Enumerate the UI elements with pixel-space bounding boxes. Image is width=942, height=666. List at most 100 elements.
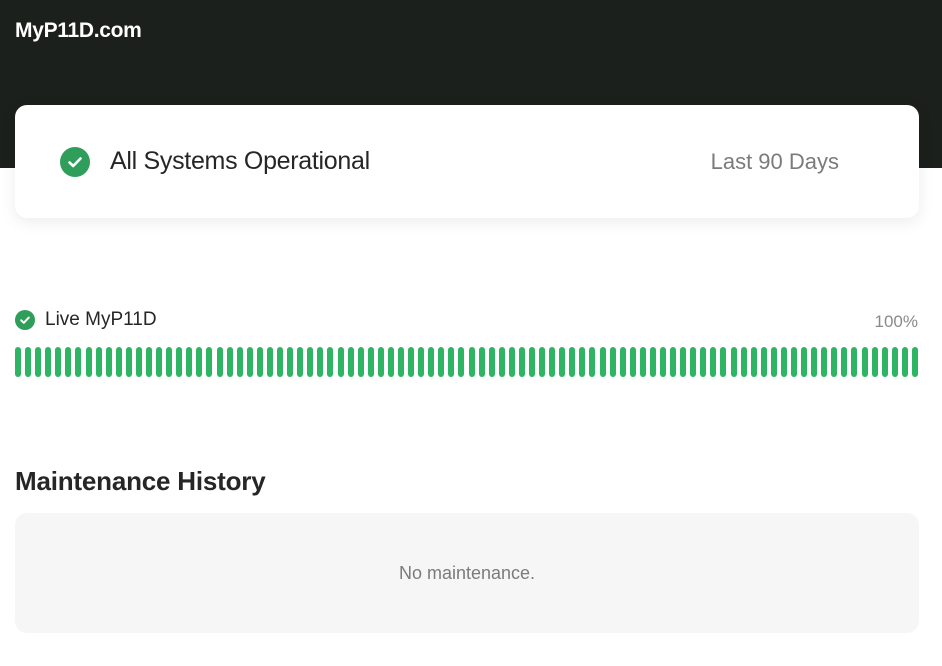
uptime-day-bar[interactable]	[851, 347, 858, 377]
uptime-day-bar[interactable]	[387, 347, 394, 377]
uptime-day-bar[interactable]	[307, 347, 314, 377]
uptime-day-bar[interactable]	[408, 347, 415, 377]
uptime-day-bar[interactable]	[287, 347, 294, 377]
uptime-day-bar[interactable]	[438, 347, 445, 377]
uptime-day-bar[interactable]	[377, 347, 384, 377]
uptime-day-bar[interactable]	[579, 347, 586, 377]
uptime-day-bar[interactable]	[710, 347, 717, 377]
maintenance-history-panel: No maintenance.	[15, 513, 919, 633]
uptime-day-bar[interactable]	[539, 347, 546, 377]
uptime-day-bar[interactable]	[831, 347, 838, 377]
uptime-day-bar[interactable]	[821, 347, 828, 377]
status-range-label: Last 90 Days	[710, 149, 839, 174]
uptime-day-bar[interactable]	[901, 347, 908, 377]
uptime-day-bar[interactable]	[25, 347, 32, 377]
uptime-day-bar[interactable]	[277, 347, 284, 377]
uptime-day-bar[interactable]	[498, 347, 505, 377]
uptime-day-bar[interactable]	[559, 347, 566, 377]
uptime-day-bar[interactable]	[125, 347, 132, 377]
uptime-day-bar[interactable]	[599, 347, 606, 377]
uptime-day-bar[interactable]	[367, 347, 374, 377]
uptime-day-bar[interactable]	[609, 347, 616, 377]
uptime-day-bar[interactable]	[327, 347, 334, 377]
uptime-day-bar[interactable]	[801, 347, 808, 377]
uptime-day-bar[interactable]	[881, 347, 888, 377]
uptime-day-bar[interactable]	[861, 347, 868, 377]
uptime-day-bar[interactable]	[196, 347, 203, 377]
uptime-day-bar[interactable]	[750, 347, 757, 377]
uptime-day-bar[interactable]	[297, 347, 304, 377]
uptime-day-bar[interactable]	[347, 347, 354, 377]
uptime-bar-chart	[15, 347, 919, 377]
uptime-day-bar[interactable]	[35, 347, 42, 377]
uptime-day-bar[interactable]	[670, 347, 677, 377]
uptime-day-bar[interactable]	[841, 347, 848, 377]
uptime-day-bar[interactable]	[95, 347, 102, 377]
uptime-day-bar[interactable]	[15, 347, 21, 377]
uptime-day-bar[interactable]	[65, 347, 72, 377]
uptime-day-bar[interactable]	[226, 347, 233, 377]
uptime-day-bar[interactable]	[871, 347, 878, 377]
uptime-day-bar[interactable]	[478, 347, 485, 377]
overall-status-title: All Systems Operational	[110, 147, 370, 175]
uptime-day-bar[interactable]	[619, 347, 626, 377]
uptime-day-bar[interactable]	[317, 347, 324, 377]
uptime-day-bar[interactable]	[569, 347, 576, 377]
uptime-day-bar[interactable]	[236, 347, 243, 377]
uptime-day-bar[interactable]	[246, 347, 253, 377]
uptime-day-bar[interactable]	[528, 347, 535, 377]
check-circle-icon	[60, 147, 90, 177]
uptime-day-bar[interactable]	[206, 347, 213, 377]
uptime-day-bar[interactable]	[488, 347, 495, 377]
uptime-day-bar[interactable]	[700, 347, 707, 377]
check-circle-icon	[15, 310, 35, 330]
uptime-day-bar[interactable]	[549, 347, 556, 377]
uptime-day-bar[interactable]	[468, 347, 475, 377]
uptime-day-bar[interactable]	[176, 347, 183, 377]
uptime-day-bar[interactable]	[216, 347, 223, 377]
uptime-day-bar[interactable]	[357, 347, 364, 377]
uptime-day-bar[interactable]	[458, 347, 465, 377]
uptime-day-bar[interactable]	[690, 347, 697, 377]
uptime-day-bar[interactable]	[75, 347, 82, 377]
brand-logo-text[interactable]: MyP11D.com	[15, 19, 142, 43]
uptime-day-bar[interactable]	[146, 347, 153, 377]
overall-status-card: All Systems Operational Last 90 Days	[15, 105, 919, 218]
uptime-day-bar[interactable]	[256, 347, 263, 377]
uptime-day-bar[interactable]	[891, 347, 898, 377]
uptime-day-bar[interactable]	[629, 347, 636, 377]
maintenance-history-title: Maintenance History	[15, 466, 266, 496]
uptime-day-bar[interactable]	[135, 347, 142, 377]
uptime-day-bar[interactable]	[508, 347, 515, 377]
uptime-day-bar[interactable]	[811, 347, 818, 377]
uptime-day-bar[interactable]	[85, 347, 92, 377]
uptime-day-bar[interactable]	[649, 347, 656, 377]
uptime-day-bar[interactable]	[337, 347, 344, 377]
uptime-day-bar[interactable]	[639, 347, 646, 377]
uptime-day-bar[interactable]	[720, 347, 727, 377]
uptime-day-bar[interactable]	[186, 347, 193, 377]
uptime-day-bar[interactable]	[266, 347, 273, 377]
uptime-day-bar[interactable]	[680, 347, 687, 377]
uptime-day-bar[interactable]	[428, 347, 435, 377]
uptime-day-bar[interactable]	[418, 347, 425, 377]
uptime-day-bar[interactable]	[780, 347, 787, 377]
uptime-day-bar[interactable]	[589, 347, 596, 377]
uptime-day-bar[interactable]	[740, 347, 747, 377]
uptime-day-bar[interactable]	[448, 347, 455, 377]
uptime-day-bar[interactable]	[911, 347, 918, 377]
uptime-day-bar[interactable]	[166, 347, 173, 377]
uptime-day-bar[interactable]	[45, 347, 52, 377]
uptime-day-bar[interactable]	[55, 347, 62, 377]
component-name: Live MyP11D	[45, 309, 157, 330]
uptime-day-bar[interactable]	[730, 347, 737, 377]
uptime-day-bar[interactable]	[156, 347, 163, 377]
uptime-day-bar[interactable]	[770, 347, 777, 377]
uptime-day-bar[interactable]	[760, 347, 767, 377]
uptime-day-bar[interactable]	[115, 347, 122, 377]
uptime-day-bar[interactable]	[660, 347, 666, 377]
uptime-day-bar[interactable]	[105, 347, 112, 377]
uptime-day-bar[interactable]	[397, 347, 404, 377]
uptime-day-bar[interactable]	[791, 347, 798, 377]
uptime-day-bar[interactable]	[518, 347, 525, 377]
